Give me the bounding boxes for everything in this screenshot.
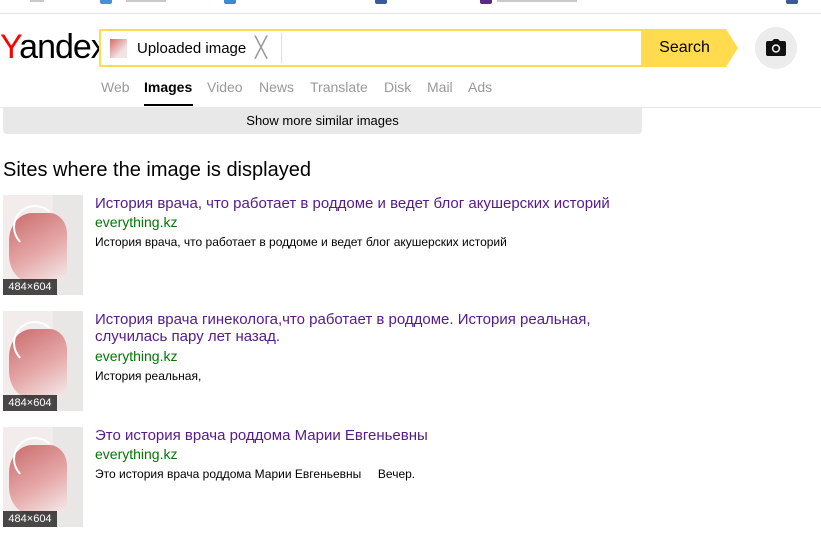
search-button[interactable]: Search <box>643 29 726 67</box>
tab-ads[interactable]: Ads <box>468 79 492 95</box>
search-divider <box>281 33 282 63</box>
result-title-link[interactable]: История врача, что работает в роддоме и … <box>95 195 635 212</box>
image-dimensions-badge: 484×604 <box>3 511 57 527</box>
result-description: Это история врача роддома Марии Евгеньев… <box>95 467 416 481</box>
logo-y-letter: Y <box>0 28 20 66</box>
search-button-arrow <box>726 29 738 67</box>
tab-news[interactable]: News <box>259 79 294 95</box>
search-box[interactable]: Uploaded image ╳ <box>99 29 643 67</box>
sites-section-title: Sites where the image is displayed <box>3 159 311 181</box>
result-title-link[interactable]: Это история врача роддома Марии Евгеньев… <box>95 427 635 444</box>
tab-translate[interactable]: Translate <box>310 79 368 95</box>
toolbar-separator <box>0 13 821 14</box>
result-site-link[interactable]: everything.kz <box>95 446 177 462</box>
result-thumbnail[interactable]: 484×604 <box>3 427 83 527</box>
result-site-link[interactable]: everything.kz <box>95 214 177 230</box>
site-result: 484×604 История врача, что работает в ро… <box>3 195 723 295</box>
bookmarks-bar-remnant <box>0 0 821 10</box>
logo-text: andex <box>19 28 108 66</box>
result-description: История врача, что работает в роддоме и … <box>95 235 507 249</box>
result-description: История реальная, <box>95 369 202 383</box>
image-dimensions-badge: 484×604 <box>3 395 57 411</box>
yandex-logo[interactable]: Yandex <box>0 28 108 67</box>
camera-icon <box>766 39 786 56</box>
camera-search-button[interactable] <box>755 27 797 69</box>
show-more-similar-button[interactable]: Show more similar images <box>3 108 642 134</box>
tab-disk[interactable]: Disk <box>384 79 411 95</box>
result-thumbnail[interactable]: 484×604 <box>3 311 83 411</box>
clear-icon[interactable]: ╳ <box>255 36 267 60</box>
active-tab-underline <box>144 104 193 106</box>
uploaded-image-label: Uploaded image <box>137 40 247 57</box>
site-result: 484×604 История врача гинеколога,что раб… <box>3 311 723 411</box>
site-result: 484×604 Это история врача роддома Марии … <box>3 427 723 527</box>
result-title-link[interactable]: История врача гинеколога,что работает в … <box>95 311 635 345</box>
result-site-link[interactable]: everything.kz <box>95 348 177 364</box>
image-dimensions-badge: 484×604 <box>3 279 57 295</box>
tab-web[interactable]: Web <box>101 79 130 95</box>
tab-images[interactable]: Images <box>144 79 192 95</box>
result-thumbnail[interactable]: 484×604 <box>3 195 83 295</box>
uploaded-image-thumbnail <box>110 39 127 58</box>
tab-video[interactable]: Video <box>207 79 243 95</box>
tab-mail[interactable]: Mail <box>427 79 453 95</box>
